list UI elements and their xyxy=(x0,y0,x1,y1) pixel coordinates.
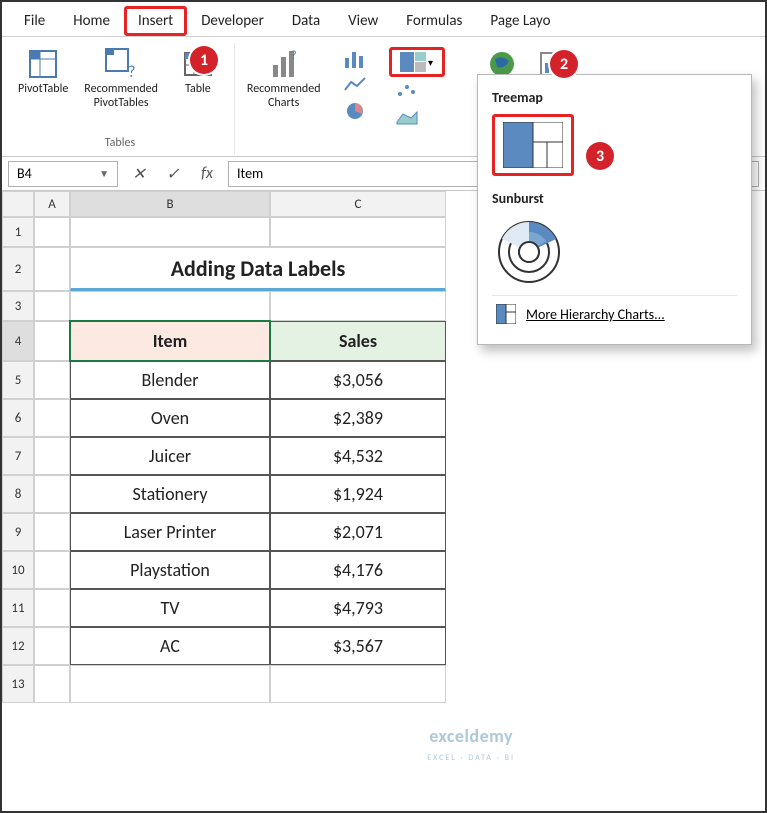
rowhead-1[interactable]: 1 xyxy=(2,217,34,247)
col-B[interactable]: B xyxy=(70,191,270,217)
callout-3: 3 xyxy=(586,142,614,170)
scatter-chart-icon xyxy=(395,82,419,100)
table-cell[interactable]: $1,924 xyxy=(270,475,446,513)
recommended-charts-icon: ? xyxy=(267,47,301,81)
table-cell[interactable]: AC xyxy=(70,627,270,665)
recommended-charts-label: Recommended Charts xyxy=(247,83,321,111)
recommended-pivottables-button[interactable]: ? Recommended PivotTables xyxy=(78,43,164,134)
callout-2: 2 xyxy=(550,50,578,78)
line-chart-icon xyxy=(343,76,367,94)
row-3: 3 xyxy=(2,291,765,321)
table-cell[interactable]: $4,532 xyxy=(270,437,446,475)
callout-1: 1 xyxy=(190,46,218,74)
tab-data[interactable]: Data xyxy=(278,6,334,36)
col-C[interactable]: C xyxy=(270,191,446,217)
table-cell[interactable]: $3,567 xyxy=(270,627,446,665)
name-box-value: B4 xyxy=(17,165,32,182)
pivottable-icon xyxy=(26,47,60,81)
rowhead-2[interactable]: 2 xyxy=(2,247,34,291)
table-cell[interactable]: Laser Printer xyxy=(70,513,270,551)
rowhead-4[interactable]: 4 xyxy=(2,321,34,361)
pie-chart-button[interactable] xyxy=(337,99,373,123)
row-2: 2 Adding Data Labels xyxy=(2,247,765,291)
pivottable-button[interactable]: PivotTable xyxy=(12,43,74,134)
cancel-formula-button[interactable]: ✕ xyxy=(126,161,152,187)
tab-home[interactable]: Home xyxy=(59,6,124,36)
table-cell[interactable]: Juicer xyxy=(70,437,270,475)
table-cell[interactable]: $3,056 xyxy=(270,361,446,399)
dropdown-caret-icon: ▾ xyxy=(428,56,433,69)
table-cell[interactable]: $4,176 xyxy=(270,551,446,589)
header-item-cell[interactable]: Item xyxy=(70,321,270,361)
treemap-section-label: Treemap xyxy=(492,89,737,106)
tab-formulas[interactable]: Formulas xyxy=(392,6,476,36)
svg-text:?: ? xyxy=(128,63,135,81)
column-headers: A B C xyxy=(2,191,765,217)
recommended-pivottables-icon: ? xyxy=(104,47,138,81)
chevron-down-icon: ▼ xyxy=(99,167,109,180)
enter-formula-button[interactable]: ✓ xyxy=(160,161,186,187)
table-cell[interactable]: Stationery xyxy=(70,475,270,513)
watermark: exceldemy EXCEL · DATA · BI xyxy=(427,725,515,763)
tab-developer[interactable]: Developer xyxy=(187,6,278,36)
group-tables-label: Tables xyxy=(105,134,135,154)
line-chart-button[interactable] xyxy=(337,73,373,97)
treemap-chart-option[interactable] xyxy=(492,114,574,176)
row-4: 4 Item Sales xyxy=(2,321,765,361)
select-all-corner[interactable] xyxy=(2,191,34,217)
table-cell[interactable]: Playstation xyxy=(70,551,270,589)
watermark-name: exceldemy xyxy=(429,725,513,747)
recommended-charts-button[interactable]: ? Recommended Charts xyxy=(241,43,327,154)
surface-chart-icon xyxy=(395,108,419,126)
tab-file[interactable]: File xyxy=(10,6,59,36)
chart-mini-col-1 xyxy=(331,43,379,154)
tab-view[interactable]: View xyxy=(334,6,392,36)
pivottable-label: PivotTable xyxy=(18,83,68,97)
title-cell[interactable]: Adding Data Labels xyxy=(70,247,446,291)
surface-chart-button[interactable] xyxy=(389,105,425,129)
fx-button[interactable]: fx xyxy=(194,161,220,187)
table-cell[interactable]: Blender xyxy=(70,361,270,399)
formula-value: Item xyxy=(237,165,263,182)
rowhead-3[interactable]: 3 xyxy=(2,291,34,321)
svg-text:?: ? xyxy=(291,49,297,63)
worksheet-grid[interactable]: A B C 1 2 Adding Data Labels 3 4 Item Sa… xyxy=(2,191,765,703)
treemap-mini-icon xyxy=(400,52,426,72)
pie-chart-icon xyxy=(345,101,365,121)
header-sales-cell[interactable]: Sales xyxy=(270,321,446,361)
ribbon-tabs: File Home Insert Developer Data View For… xyxy=(2,2,765,37)
table-label: Table xyxy=(185,83,211,97)
scatter-chart-button[interactable] xyxy=(389,79,425,103)
col-A[interactable]: A xyxy=(34,191,70,217)
tab-page-layout[interactable]: Page Layo xyxy=(476,6,564,36)
table-cell[interactable]: $2,389 xyxy=(270,399,446,437)
hierarchy-chart-button[interactable]: ▾ xyxy=(389,47,445,77)
recommended-pivottables-label: Recommended PivotTables xyxy=(84,83,158,111)
table-cell[interactable]: Oven xyxy=(70,399,270,437)
treemap-icon xyxy=(503,122,563,168)
table-cell[interactable]: $2,071 xyxy=(270,513,446,551)
table-cell[interactable]: $4,793 xyxy=(270,589,446,627)
tab-insert[interactable]: Insert xyxy=(124,6,187,36)
column-chart-button[interactable] xyxy=(337,47,373,71)
chart-mini-col-2: ▾ xyxy=(383,43,451,154)
column-chart-icon xyxy=(343,50,367,68)
watermark-tagline: EXCEL · DATA · BI xyxy=(427,753,515,763)
row-1: 1 xyxy=(2,217,765,247)
name-box[interactable]: B4 ▼ xyxy=(8,161,118,187)
table-cell[interactable]: TV xyxy=(70,589,270,627)
